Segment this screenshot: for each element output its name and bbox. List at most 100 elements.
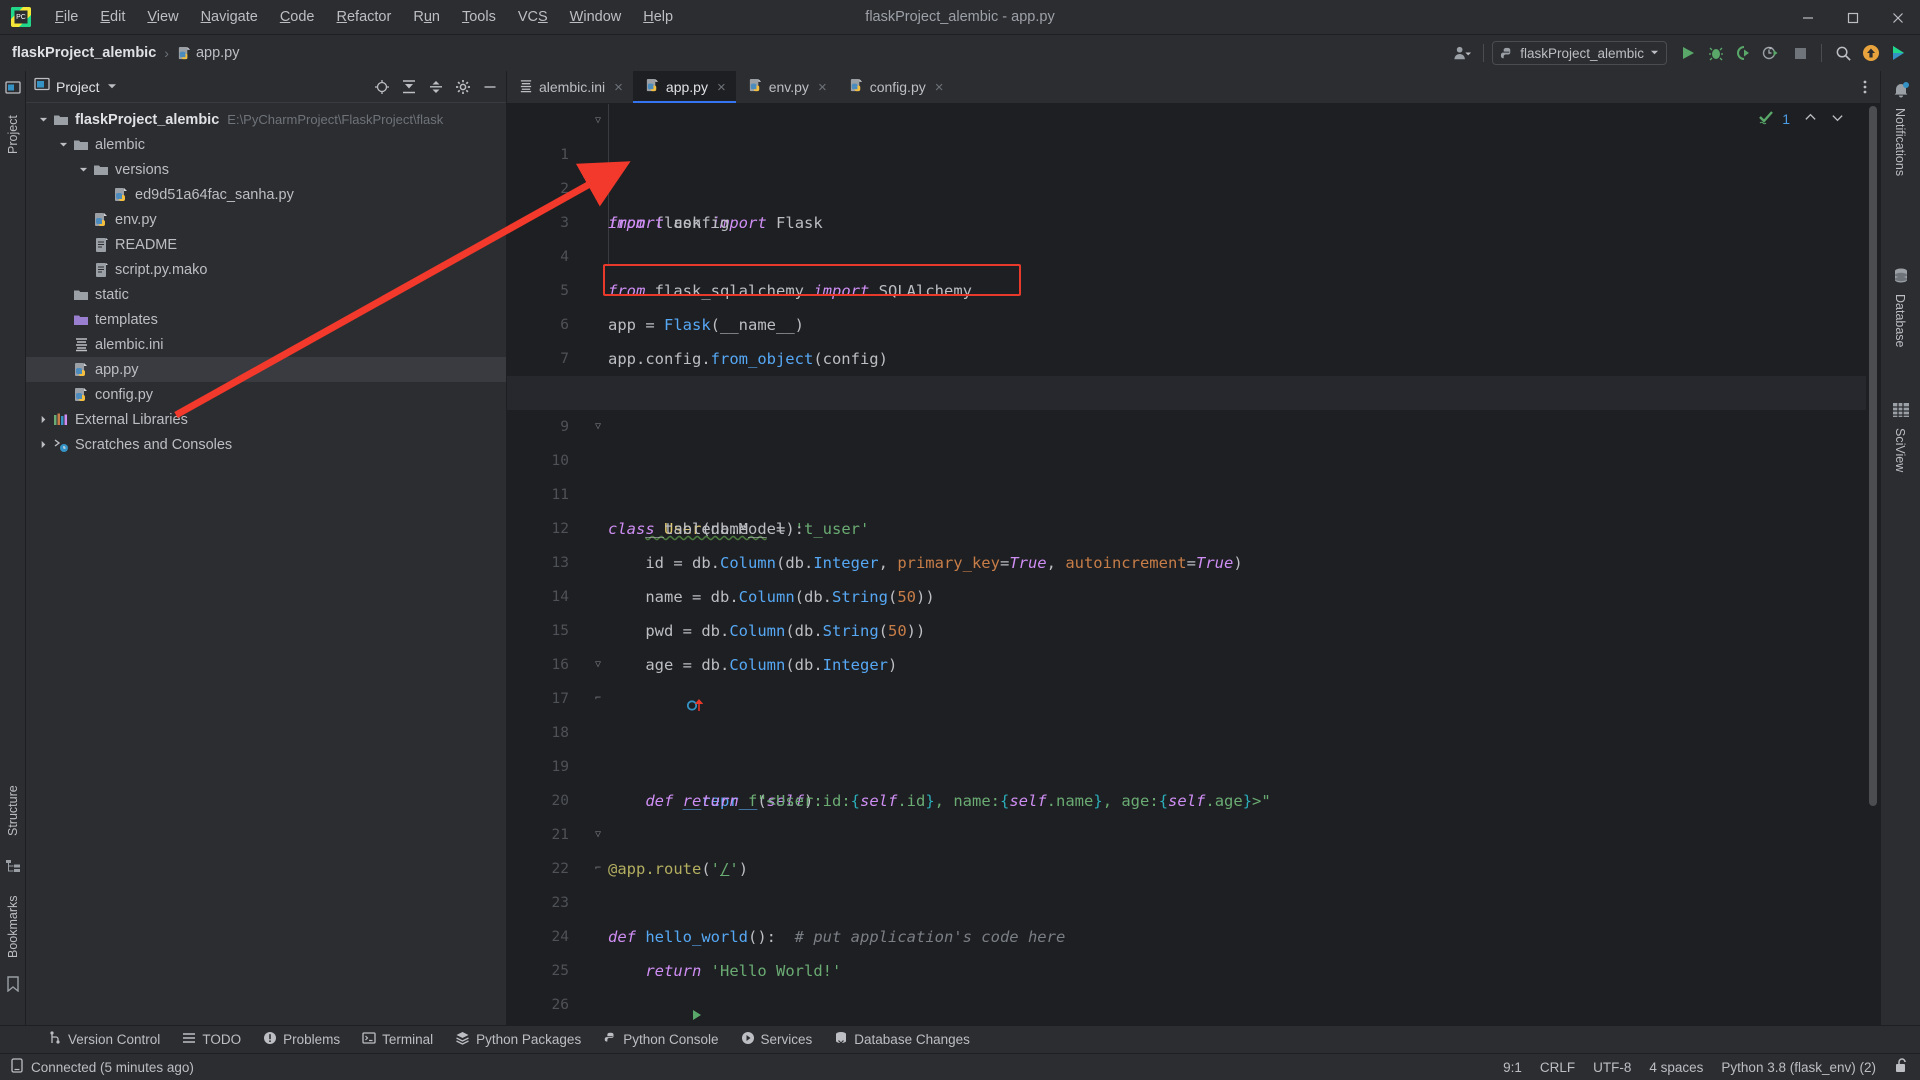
bell-icon[interactable] xyxy=(1892,81,1910,104)
tree-item-versions[interactable]: versions xyxy=(26,157,506,182)
tree-item-external-libraries[interactable]: External Libraries xyxy=(26,407,506,432)
fold-marker-icon[interactable]: ⊟ xyxy=(595,183,606,194)
close-icon[interactable]: × xyxy=(818,80,827,95)
memory-indicator-icon[interactable] xyxy=(10,1058,24,1076)
tree-item-alembic[interactable]: alembic xyxy=(26,132,506,157)
left-strip-label-structure[interactable]: Structure xyxy=(0,771,26,851)
chevron-down-icon[interactable] xyxy=(34,115,52,124)
maximize-button[interactable] xyxy=(1830,0,1875,35)
tool-button-python-console[interactable]: Python Console xyxy=(593,1029,728,1050)
fold-end-marker-icon[interactable]: ⌐ xyxy=(595,693,606,704)
chevron-down-icon[interactable] xyxy=(1831,111,1844,127)
close-button[interactable] xyxy=(1875,0,1920,35)
tree-item-flaskproject-alembic[interactable]: flaskProject_alembic E:\PyCharmProject\F… xyxy=(26,107,506,132)
run-with-coverage-button[interactable] xyxy=(1731,40,1757,66)
menu-window[interactable]: Window xyxy=(559,6,633,28)
close-icon[interactable]: × xyxy=(935,80,944,95)
feature-trainer-icon[interactable] xyxy=(1886,40,1912,66)
tree-item-templates[interactable]: templates xyxy=(26,307,506,332)
run-configuration-selector[interactable]: flaskProject_alembic xyxy=(1492,41,1667,65)
minus-icon[interactable] xyxy=(478,75,502,99)
inspection-widget[interactable]: 1 xyxy=(1758,109,1844,128)
chevron-down-icon[interactable] xyxy=(107,78,117,96)
fold-marker-icon[interactable]: ▽ xyxy=(595,421,606,432)
tree-item-scratches-and-consoles[interactable]: Scratches and Consoles xyxy=(26,432,506,457)
tool-button-services[interactable]: Services xyxy=(731,1029,823,1050)
tool-button-terminal[interactable]: Terminal xyxy=(352,1029,443,1050)
menu-run[interactable]: Run xyxy=(402,6,451,28)
fold-end-marker-icon[interactable]: ⌐ xyxy=(595,863,606,874)
chevron-up-icon[interactable] xyxy=(1804,111,1817,127)
left-strip-label-project[interactable]: Project xyxy=(0,101,26,169)
indent-setting[interactable]: 4 spaces xyxy=(1649,1060,1703,1075)
tool-button-todo[interactable]: TODO xyxy=(172,1029,251,1050)
breadcrumb-file[interactable]: app.py xyxy=(196,45,240,61)
close-icon[interactable]: × xyxy=(614,80,623,95)
tool-button-python-packages[interactable]: Python Packages xyxy=(445,1029,591,1050)
user-account-icon[interactable] xyxy=(1449,40,1475,66)
left-strip-label-bookmarks[interactable]: Bookmarks xyxy=(0,883,26,971)
editor-tab-alembic-ini[interactable]: alembic.ini × xyxy=(507,71,633,103)
breadcrumb-project[interactable]: flaskProject_alembic xyxy=(12,45,156,61)
editor-tab-env-py[interactable]: env.py × xyxy=(736,71,837,103)
more-vertical-icon[interactable] xyxy=(1850,71,1880,103)
gear-icon[interactable] xyxy=(451,75,475,99)
unlocked-padlock-icon[interactable] xyxy=(1894,1058,1908,1076)
stop-button[interactable] xyxy=(1787,40,1813,66)
menu-view[interactable]: View xyxy=(136,6,189,28)
search-icon[interactable] xyxy=(1830,40,1856,66)
tree-item-script-py-mako[interactable]: script.py.mako xyxy=(26,257,506,282)
bookmarks-icon[interactable] xyxy=(6,976,20,997)
menu-vcs[interactable]: VCS xyxy=(507,6,559,28)
editor-scrollbar[interactable] xyxy=(1866,104,1880,1038)
project-tool-icon[interactable] xyxy=(5,79,21,100)
update-arrow-icon[interactable] xyxy=(1858,40,1884,66)
right-strip-label-database[interactable]: Database xyxy=(1893,294,1907,348)
code-editor[interactable]: 1 ▽ from flask import Flask 2 import con… xyxy=(507,104,1880,1038)
structure-icon[interactable] xyxy=(5,858,21,879)
menu-refactor[interactable]: Refactor xyxy=(326,6,403,28)
tool-button-database-changes[interactable]: Database Changes xyxy=(824,1029,980,1050)
menu-edit[interactable]: Edit xyxy=(89,6,136,28)
right-strip-label-notifications[interactable]: Notifications xyxy=(1893,108,1907,176)
editor-tab-app-py[interactable]: app.py × xyxy=(632,71,736,103)
tree-item-app-py[interactable]: app.py xyxy=(26,357,506,382)
collapse-all-icon[interactable] xyxy=(424,75,448,99)
run-button[interactable] xyxy=(1675,40,1701,66)
scrollbar-thumb[interactable] xyxy=(1869,106,1877,806)
fold-marker-icon[interactable]: ▽ xyxy=(595,829,606,840)
tree-item-env-py[interactable]: env.py xyxy=(26,207,506,232)
tree-item-config-py[interactable]: config.py xyxy=(26,382,506,407)
chevron-down-icon[interactable] xyxy=(54,140,72,149)
target-crosshair-icon[interactable] xyxy=(370,75,394,99)
tree-item-static[interactable]: static xyxy=(26,282,506,307)
editor-tab-config-py[interactable]: config.py × xyxy=(837,71,954,103)
tree-item-alembic-ini[interactable]: alembic.ini xyxy=(26,332,506,357)
line-separator[interactable]: CRLF xyxy=(1540,1060,1575,1075)
menu-help[interactable]: Help xyxy=(632,6,684,28)
database-icon[interactable] xyxy=(1892,267,1910,290)
tree-item-readme[interactable]: README xyxy=(26,232,506,257)
chevron-down-icon[interactable] xyxy=(74,165,92,174)
python-interpreter[interactable]: Python 3.8 (flask_env) (2) xyxy=(1721,1060,1876,1075)
menu-tools[interactable]: Tools xyxy=(451,6,507,28)
fold-marker-icon[interactable]: ▽ xyxy=(595,659,606,670)
chevron-right-icon[interactable] xyxy=(34,440,52,449)
menu-code[interactable]: Code xyxy=(269,6,326,28)
tool-button-version-control[interactable]: Version Control xyxy=(38,1029,170,1050)
close-icon[interactable]: × xyxy=(717,80,726,95)
sciview-grid-icon[interactable] xyxy=(1892,401,1910,424)
debug-button[interactable] xyxy=(1703,40,1729,66)
profile-button[interactable] xyxy=(1759,40,1785,66)
chevron-right-icon[interactable] xyxy=(34,415,52,424)
expand-all-icon[interactable] xyxy=(397,75,421,99)
menu-file[interactable]: FFileile xyxy=(44,6,89,28)
minimize-button[interactable] xyxy=(1785,0,1830,35)
tool-button-problems[interactable]: Problems xyxy=(253,1029,350,1050)
right-strip-label-sciview[interactable]: SciView xyxy=(1893,428,1907,472)
fold-marker-icon[interactable]: ▽ xyxy=(595,115,606,126)
tree-item-ed9d51a64fac-sanha[interactable]: ed9d51a64fac_sanha.py xyxy=(26,182,506,207)
caret-position[interactable]: 9:1 xyxy=(1503,1060,1522,1075)
menu-navigate[interactable]: Navigate xyxy=(190,6,269,28)
file-encoding[interactable]: UTF-8 xyxy=(1593,1060,1631,1075)
